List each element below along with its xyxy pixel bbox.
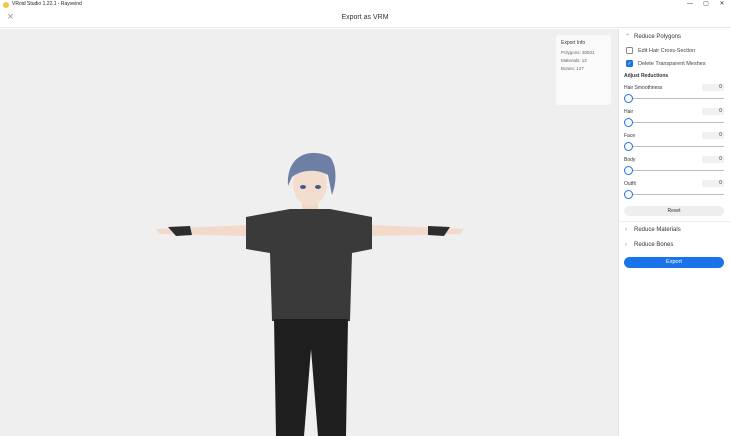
materials-count: Materials: 13 [561, 58, 587, 63]
slider-track[interactable] [627, 170, 724, 171]
slider-knob[interactable] [624, 166, 633, 175]
slider-track[interactable] [627, 194, 724, 195]
slider-label: Face [624, 133, 636, 139]
bones-count: Bones: 127 [561, 66, 584, 71]
slider-value-input[interactable]: 0 [702, 108, 724, 115]
reduce-materials-header[interactable]: › Reduce Materials [619, 222, 730, 237]
reduce-bones-label: Reduce Bones [634, 241, 674, 248]
model-viewport[interactable]: Export Info Polygons: 30931 Materials: 1… [0, 29, 618, 436]
slider-knob[interactable] [624, 142, 633, 151]
minimize-button[interactable]: — [682, 0, 698, 9]
adjust-reductions-title: Adjust Reductions [624, 73, 669, 79]
polygons-count: Polygons: 30931 [561, 50, 595, 55]
slider-track[interactable] [627, 146, 724, 147]
delete-transparent-row[interactable]: ✓ Delete Transparent Meshes [619, 57, 730, 70]
export-info-title: Export Info [561, 40, 586, 46]
delete-transparent-checkbox[interactable]: ✓ [626, 60, 633, 67]
slider-value-input[interactable]: 0 [702, 156, 724, 163]
slider-value-input[interactable]: 0 [702, 180, 724, 187]
hair-smoothness-slider[interactable]: Hair Smoothness 0 [619, 82, 730, 106]
export-settings-panel: ⌃ Reduce Polygons Edit Hair Cross-Sectio… [618, 29, 730, 436]
face-slider[interactable]: Face 0 [619, 130, 730, 154]
window-controls: — ▢ ✕ [682, 0, 730, 9]
slider-knob[interactable] [624, 94, 633, 103]
chevron-up-icon: ⌃ [625, 34, 631, 40]
window-close-button[interactable]: ✕ [714, 0, 730, 9]
reset-button[interactable]: Reset [624, 206, 724, 216]
hair-slider[interactable]: Hair 0 [619, 106, 730, 130]
body-slider[interactable]: Body 0 [619, 154, 730, 178]
reduce-polygons-label: Reduce Polygons [634, 33, 682, 40]
export-button[interactable]: Export [624, 257, 724, 268]
edit-hair-row[interactable]: Edit Hair Cross-Section [619, 44, 730, 57]
slider-knob[interactable] [624, 190, 633, 199]
reduce-polygons-header[interactable]: ⌃ Reduce Polygons [619, 29, 730, 44]
page-title: Export as VRM [341, 14, 389, 21]
reduce-materials-label: Reduce Materials [634, 226, 681, 233]
outfit-slider[interactable]: Outfit 0 [619, 178, 730, 202]
slider-track[interactable] [627, 98, 724, 99]
slider-value-input[interactable]: 0 [702, 132, 724, 139]
slider-label: Body [624, 157, 636, 163]
slider-label: Hair Smoothness [624, 85, 663, 91]
os-titlebar: VRoid Studio 1.22.1 - Rayveind — ▢ ✕ [0, 0, 730, 9]
maximize-button[interactable]: ▢ [698, 0, 714, 9]
os-window-title: VRoid Studio 1.22.1 - Rayveind [12, 1, 82, 7]
edit-hair-checkbox[interactable] [626, 47, 633, 54]
chevron-right-icon: › [625, 241, 627, 248]
slider-track[interactable] [627, 122, 724, 123]
slider-value-input[interactable]: 0 [702, 84, 724, 91]
chevron-right-icon: › [625, 226, 627, 233]
edit-hair-label: Edit Hair Cross-Section [638, 47, 696, 54]
slider-knob[interactable] [624, 118, 633, 127]
reduce-bones-header[interactable]: › Reduce Bones [619, 237, 730, 252]
avatar-model [155, 152, 464, 436]
app-logo-icon [3, 1, 9, 8]
delete-transparent-label: Delete Transparent Meshes [638, 60, 706, 67]
export-info-card: Export Info Polygons: 30931 Materials: 1… [556, 35, 611, 105]
app-header: × Export as VRM [0, 9, 730, 28]
slider-label: Hair [624, 109, 634, 115]
slider-label: Outfit [624, 181, 636, 187]
